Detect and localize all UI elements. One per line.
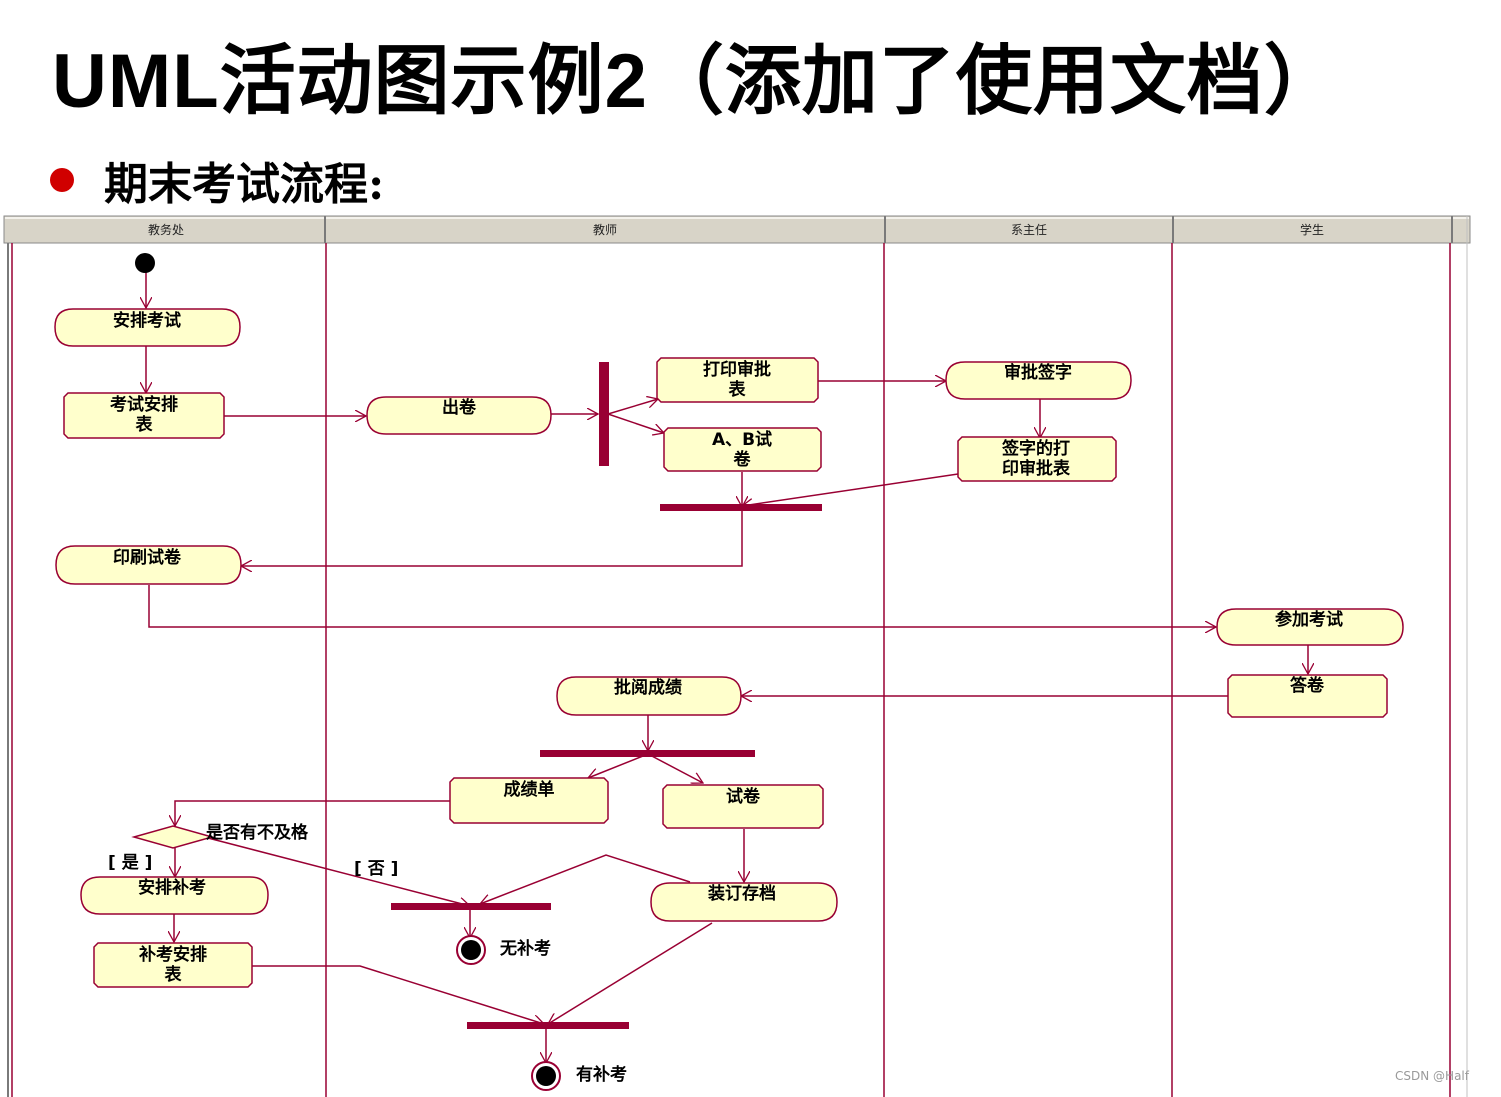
slide-title: UML活动图示例2（添加了使用文档） [52,39,1341,124]
bullet-dot-icon [50,168,74,192]
edge-print-to-takeexam [148,585,1216,627]
lane-department-head-label: 系主任 [1011,223,1047,237]
document-ab-papers-line2: 卷 [733,449,752,470]
activity-print-papers-label: 印刷试卷 [113,547,182,568]
document-answer-sheet-label: 答卷 [1290,675,1325,696]
watermark: CSDN @Half [1395,1069,1469,1083]
final-with-makeup-label: 有补考 [576,1064,627,1085]
document-signed-approval-form-line1: 签字的打 [1001,438,1070,459]
lane-teacher-label: 教师 [593,222,617,237]
document-score-sheet-label: 成绩单 [504,779,555,800]
final-node-no-makeup [456,935,486,965]
decision-label: 是否有不及格 [206,822,309,843]
activity-arrange-makeup-label: 安排补考 [138,877,206,898]
document-exam-schedule-line1: 考试安排 [109,394,178,415]
guard-yes-label: [ 是 ] [108,853,152,873]
edge-bind-to-join2 [548,922,713,1024]
fork-bar-grading [540,750,755,757]
activity-bind-archive-label: 装订存档 [707,883,776,904]
final-no-makeup-label: 无补考 [499,938,551,959]
edge-fork-to-scoresheet [588,753,649,778]
document-signed-approval-form-line2: 印审批表 [1002,458,1071,479]
edge-makeupschedule-to-join2 [252,965,544,1024]
guard-no-label: [ 否 ] [354,859,398,879]
initial-node [135,253,155,273]
edge-fork-to-approvalform [607,399,658,415]
decision-node [131,825,215,849]
document-print-approval-form-line2: 表 [729,379,747,400]
fork-bar-paper [599,362,609,466]
activity-take-exam-label: 参加考试 [1275,609,1343,630]
document-ab-papers-line1: A、B试 [712,430,772,450]
join-bar-with-makeup [467,1022,629,1029]
document-makeup-schedule-line2: 表 [165,964,183,985]
edge-join-to-print [241,510,743,566]
lane-student-label: 学生 [1300,222,1324,237]
activity-approval-sign-label: 审批签字 [1004,362,1072,383]
activity-grade-scores-label: 批阅成绩 [614,677,682,698]
activity-make-paper-label: 出卷 [442,397,477,418]
lane-academic-office-label: 教务处 [148,222,184,237]
edge-fork-to-abpapers [607,413,664,433]
join-bar-print [660,504,822,511]
final-node-with-makeup [531,1061,561,1091]
activity-diagram: 教务处 教师 系主任 学生 安排考试 出卷 审批签字 印刷试卷 参加考试 批阅成… [3,215,1471,1097]
document-exam-schedule-line2: 表 [136,414,154,435]
bullet-item: 期末考试流程: [50,150,384,210]
document-print-approval-form-line1: 打印审批 [703,359,771,380]
edge-fork-to-exampaper [647,753,703,783]
document-exam-paper-label: 试卷 [726,786,761,807]
document-makeup-schedule-line1: 补考安排 [138,944,207,965]
activity-arrange-exam-label: 安排考试 [113,310,181,331]
edge-signedform-to-join [742,473,959,506]
bullet-text: 期末考试流程: [104,159,385,210]
join-bar-no-makeup [391,903,551,910]
